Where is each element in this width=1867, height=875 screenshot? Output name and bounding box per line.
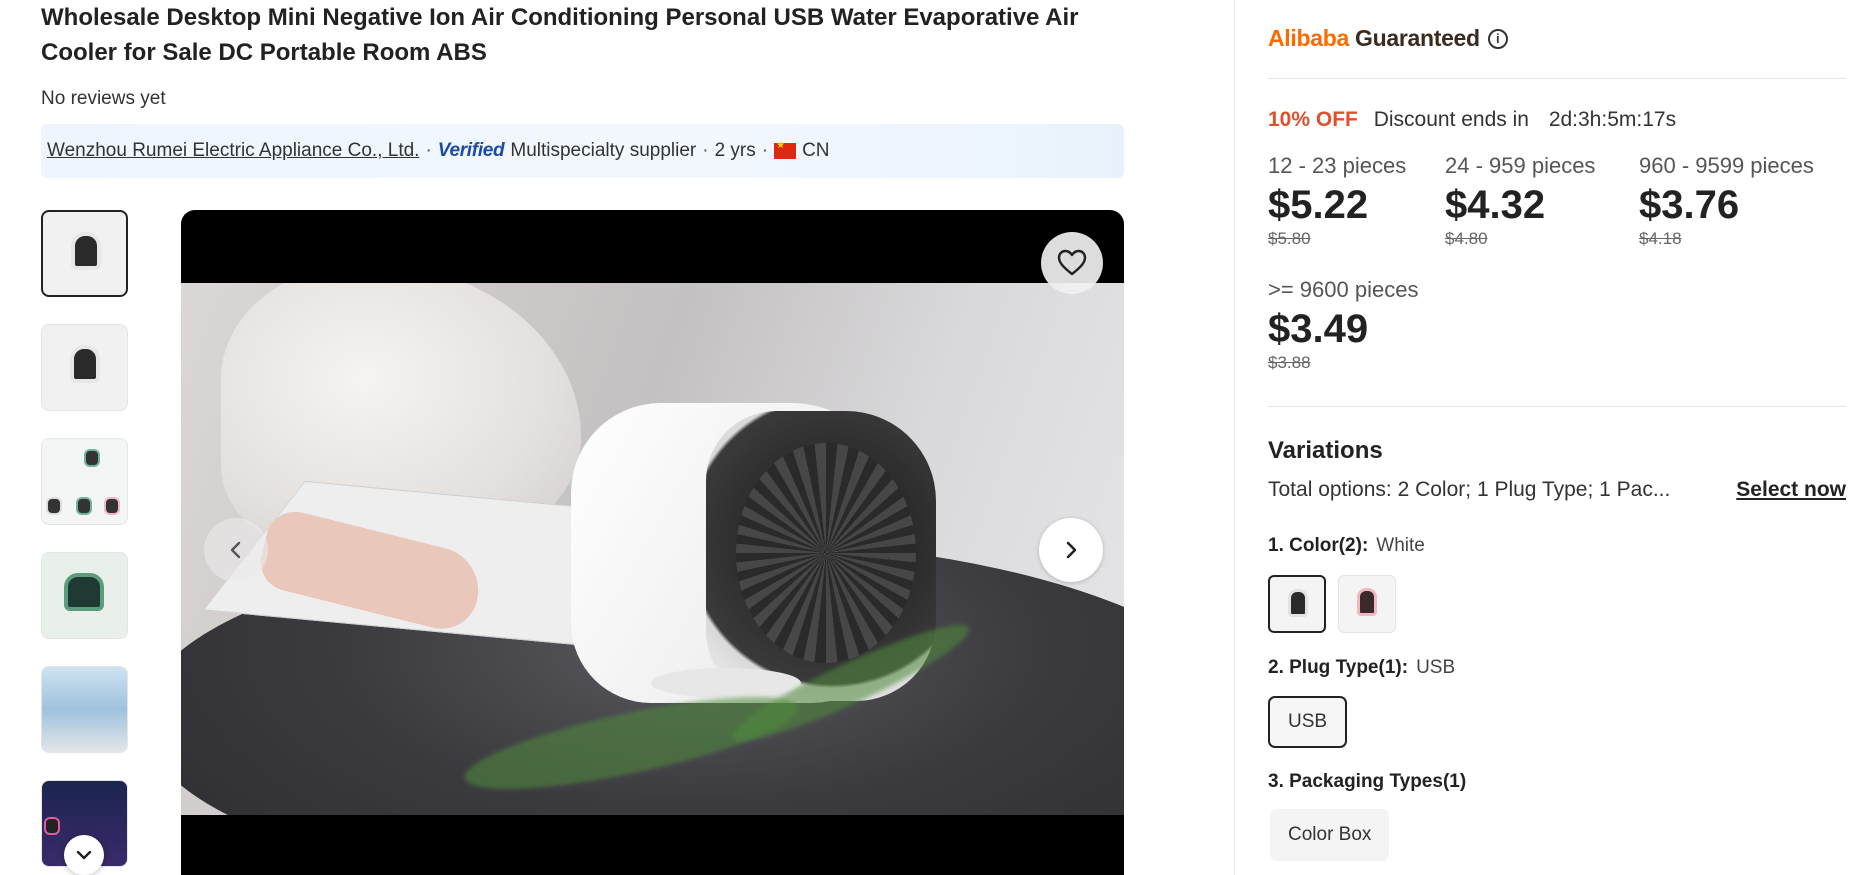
plug-type-label: 2. Plug Type(1): — [1268, 657, 1409, 678]
variations-title: Variations — [1268, 437, 1383, 464]
plug-type-option-label: 2. Plug Type(1): USB — [1268, 657, 1455, 679]
photo-fan-blades — [736, 443, 916, 663]
discount-label: Discount ends in — [1373, 108, 1529, 131]
discount-percent: 10% OFF — [1268, 108, 1358, 131]
thumbnail-2[interactable] — [41, 324, 128, 411]
thumbnails-scroll-down-button[interactable] — [64, 835, 104, 875]
color-swatch-white[interactable] — [1268, 575, 1326, 633]
fan-thumbnail-image — [64, 573, 104, 611]
thumbnail-4[interactable] — [41, 552, 128, 639]
tier-price: $5.22 — [1268, 183, 1369, 227]
separator: · — [761, 140, 769, 161]
product-video-frame — [181, 283, 1124, 815]
thumbnail-5[interactable] — [41, 666, 128, 753]
fan-thumbnail-image — [70, 345, 100, 383]
color-label: 1. Color(2): — [1268, 535, 1369, 556]
price-tier: 24 - 959 pieces $4.32 $4.80 — [1445, 153, 1595, 249]
fan-thumbnail-image — [44, 817, 60, 835]
thumbnail-1[interactable] — [41, 210, 128, 297]
verified-badge[interactable]: Verified — [438, 140, 505, 162]
divider — [1268, 406, 1846, 407]
alibaba-guaranteed-badge: Alibaba Guaranteed i — [1268, 25, 1508, 52]
heart-icon — [1057, 249, 1087, 276]
chevron-right-icon — [1066, 541, 1077, 559]
product-title: Wholesale Desktop Mini Negative Ion Air … — [41, 4, 1079, 66]
thumbnail-3[interactable] — [41, 438, 128, 525]
chevron-down-icon — [76, 850, 92, 860]
previous-image-button[interactable] — [204, 518, 268, 582]
supplier-name-link[interactable]: Wenzhou Rumei Electric Appliance Co., Lt… — [47, 140, 419, 162]
select-now-link[interactable]: Select now — [1736, 478, 1846, 502]
fan-thumbnail-image — [46, 497, 62, 515]
plug-type-selected-value: USB — [1416, 657, 1456, 678]
favorite-button[interactable] — [1041, 232, 1103, 294]
price-tier: >= 9600 pieces $3.49 $3.88 — [1268, 277, 1418, 373]
next-image-button[interactable] — [1039, 518, 1103, 582]
discount-countdown: 2d:3h:5m:17s — [1548, 108, 1677, 131]
color-selected-value: White — [1376, 535, 1425, 556]
packaging-types-label: 3. Packaging Types(1) — [1268, 771, 1467, 792]
tier-price: $3.49 — [1268, 307, 1369, 351]
info-icon[interactable]: i — [1487, 28, 1508, 49]
tier-original-price: $4.80 — [1445, 229, 1488, 248]
supplier-bar: Wenzhou Rumei Electric Appliance Co., Lt… — [41, 124, 1124, 178]
tier-price: $4.32 — [1445, 183, 1546, 227]
guarantee-brand: Alibaba — [1268, 25, 1349, 51]
tier-original-price: $5.80 — [1268, 229, 1311, 248]
main-media-viewer[interactable] — [181, 210, 1124, 875]
supplier-years: 2 yrs — [714, 140, 756, 161]
price-tier: 12 - 23 pieces $5.22 $5.80 — [1268, 153, 1406, 249]
guarantee-label: Guaranteed — [1354, 25, 1480, 51]
tier-quantity-range: >= 9600 pieces — [1268, 277, 1419, 302]
tier-quantity-range: 960 - 9599 pieces — [1639, 153, 1814, 178]
fan-swatch-image — [1288, 589, 1308, 617]
photo-fan-base — [651, 668, 801, 698]
supplier-country: CN — [802, 140, 830, 161]
fan-thumbnail-image — [104, 497, 120, 515]
packaging-color-box-option[interactable]: Color Box — [1270, 809, 1390, 861]
china-flag-icon — [774, 140, 797, 159]
plug-type-usb-option[interactable]: USB — [1268, 696, 1348, 748]
packaging-types-option-label: 3. Packaging Types(1) — [1268, 771, 1466, 793]
chevron-left-icon — [230, 541, 241, 559]
reviews-count: No reviews yet — [41, 88, 166, 109]
color-swatch-pink[interactable] — [1338, 575, 1396, 633]
price-tier: 960 - 9599 pieces $3.76 $4.18 — [1639, 153, 1814, 249]
variations-summary: Total options: 2 Color; 1 Plug Type; 1 P… — [1268, 478, 1671, 501]
fan-swatch-image — [1357, 588, 1377, 616]
divider — [1268, 78, 1846, 79]
color-option-label: 1. Color(2): White — [1268, 535, 1425, 557]
fan-thumbnail-image — [71, 232, 101, 270]
column-divider — [1234, 0, 1235, 875]
supplier-type: Multispecialty supplier — [510, 140, 697, 161]
fan-thumbnail-image — [76, 497, 92, 515]
tier-original-price: $3.88 — [1268, 353, 1311, 372]
separator: · — [425, 140, 432, 161]
separator: · — [702, 140, 709, 161]
tier-original-price: $4.18 — [1639, 229, 1682, 248]
tier-price: $3.76 — [1639, 183, 1740, 227]
discount-banner: 10% OFF Discount ends in 2d:3h:5m:17s — [1268, 108, 1676, 132]
fan-thumbnail-image — [84, 449, 100, 467]
tier-quantity-range: 24 - 959 pieces — [1445, 153, 1596, 178]
tier-quantity-range: 12 - 23 pieces — [1268, 153, 1407, 178]
